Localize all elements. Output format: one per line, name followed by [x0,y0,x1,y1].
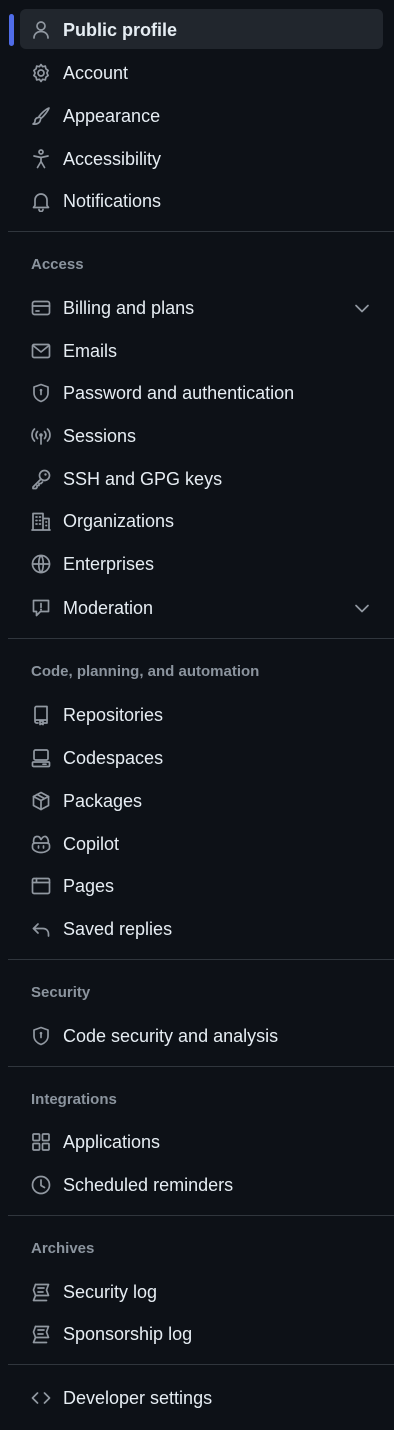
nav-item-scheduled-reminders[interactable]: Scheduled reminders [20,1164,383,1204]
shield-lock-icon [30,382,52,404]
clock-icon [30,1174,52,1196]
nav-item-developer-settings[interactable]: Developer settings [20,1377,383,1417]
section-divider [8,1364,394,1365]
nav-item-moderation[interactable]: Moderation [20,587,383,627]
nav-item-copilot[interactable]: Copilot [20,823,383,863]
nav-item-label: Repositories [63,705,164,725]
nav-item-label: Accessibility [63,149,162,169]
nav-item-label: Saved replies [63,919,173,939]
nav-item-accessibility[interactable]: Accessibility [20,138,383,178]
nav-item-label: Copilot [63,834,120,854]
nav-item-label: Public profile [63,20,178,40]
log-icon [30,1323,52,1345]
nav-item-sponsorship-log[interactable]: Sponsorship log [20,1313,383,1353]
copilot-icon [30,833,52,855]
nav-item-label: Organizations [63,511,175,531]
nav-item-label: Applications [63,1132,161,1152]
nav-item-password-authentication[interactable]: Password and authentication [20,372,383,412]
nav-item-sessions[interactable]: Sessions [20,415,383,455]
credit-card-icon [30,297,52,319]
shield-lock-icon [30,1025,52,1047]
nav-item-security-log[interactable]: Security log [20,1271,383,1311]
paintbrush-icon [30,105,52,127]
nav-item-label: Appearance [63,106,161,126]
nav-item-label: Password and authentication [63,383,295,403]
nav-item-saved-replies[interactable]: Saved replies [20,908,383,948]
repo-icon [30,704,52,726]
nav-item-public-profile[interactable]: Public profile [20,9,383,49]
nav-item-label: Account [63,63,129,83]
section-heading-security: Security [31,984,91,1001]
section-divider [8,1215,394,1216]
active-indicator [9,14,14,46]
nav-item-label: Moderation [63,598,154,618]
chevron-down-icon[interactable] [351,597,373,619]
nav-item-label: Scheduled reminders [63,1175,234,1195]
section-heading-archives: Archives [31,1240,95,1257]
settings-sidebar: Public profile Account Appearance Access… [0,0,394,1430]
report-icon [30,597,52,619]
nav-item-label: Packages [63,791,143,811]
code-icon [30,1387,52,1409]
codespaces-icon [30,747,52,769]
organization-icon [30,510,52,532]
nav-item-organizations[interactable]: Organizations [20,500,383,540]
section-heading-code: Code, planning, and automation [31,663,260,680]
gear-icon [30,62,52,84]
nav-item-codespaces[interactable]: Codespaces [20,737,383,777]
section-divider [8,231,394,232]
nav-item-label: Notifications [63,191,162,211]
nav-item-label: Codespaces [63,748,164,768]
accessibility-icon [30,148,52,170]
bell-icon [30,190,52,212]
section-heading-integrations: Integrations [31,1091,117,1108]
nav-item-code-security[interactable]: Code security and analysis [20,1015,383,1055]
nav-item-appearance[interactable]: Appearance [20,95,383,135]
section-divider [8,638,394,639]
globe-icon [30,553,52,575]
key-icon [30,468,52,490]
nav-item-emails[interactable]: Emails [20,330,383,370]
nav-item-packages[interactable]: Packages [20,780,383,820]
reply-icon [30,918,52,940]
nav-item-label: Emails [63,341,118,361]
nav-item-ssh-gpg-keys[interactable]: SSH and GPG keys [20,458,383,498]
person-icon [30,19,52,41]
nav-item-label: Security log [63,1282,158,1302]
nav-item-label: Sessions [63,426,137,446]
nav-item-label: Code security and analysis [63,1026,279,1046]
package-icon [30,790,52,812]
section-divider [8,1066,394,1067]
nav-item-account[interactable]: Account [20,52,383,92]
nav-item-notifications[interactable]: Notifications [20,180,383,220]
mail-icon [30,340,52,362]
nav-item-applications[interactable]: Applications [20,1121,383,1161]
nav-item-label: Billing and plans [63,298,195,318]
nav-item-repositories[interactable]: Repositories [20,694,383,734]
nav-item-pages[interactable]: Pages [20,865,383,905]
nav-item-enterprises[interactable]: Enterprises [20,543,383,583]
nav-item-label: Enterprises [63,554,155,574]
section-heading-access: Access [31,256,84,273]
nav-item-label: Developer settings [63,1388,213,1408]
broadcast-icon [30,425,52,447]
apps-icon [30,1131,52,1153]
nav-item-label: SSH and GPG keys [63,469,223,489]
nav-item-label: Pages [63,876,115,896]
browser-icon [30,875,52,897]
log-icon [30,1281,52,1303]
nav-item-billing[interactable]: Billing and plans [20,287,383,327]
section-divider [8,959,394,960]
chevron-down-icon[interactable] [351,297,373,319]
nav-item-label: Sponsorship log [63,1324,193,1344]
